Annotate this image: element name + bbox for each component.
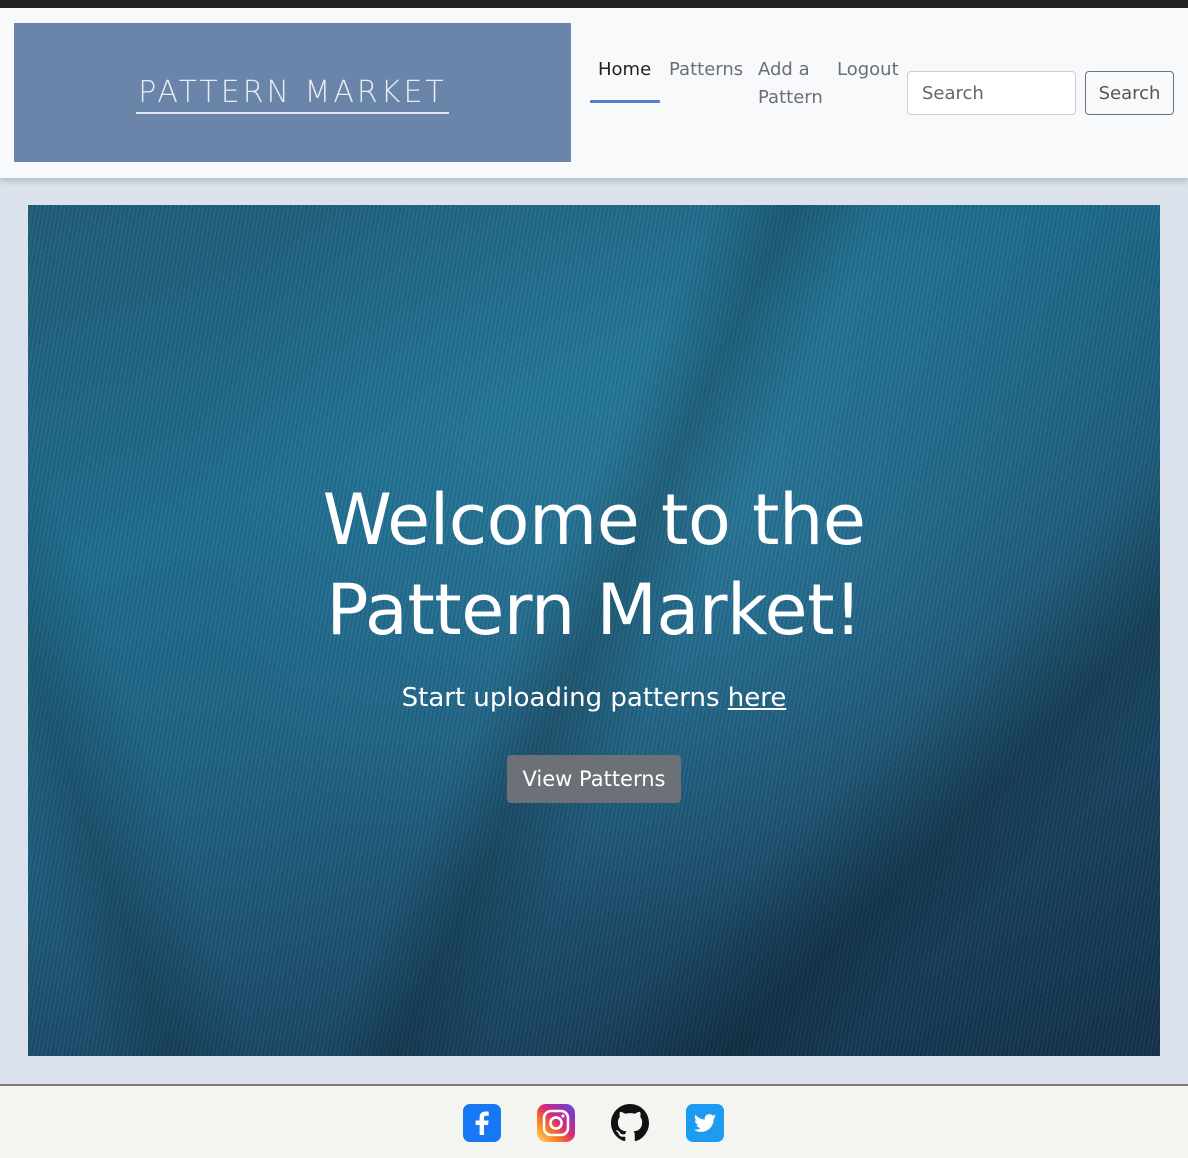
logo[interactable]: PATTERN MARKET	[14, 23, 571, 162]
facebook-icon[interactable]	[463, 1104, 501, 1142]
active-nav-indicator	[590, 100, 660, 103]
hero-subtitle: Start uploading patterns here	[28, 683, 1160, 713]
search-button[interactable]: Search	[1085, 71, 1174, 115]
search-input[interactable]	[907, 71, 1076, 115]
nav-patterns[interactable]: Patterns	[669, 56, 743, 84]
nav-logout[interactable]: Logout	[837, 56, 899, 84]
twitter-icon[interactable]	[686, 1104, 724, 1142]
browser-top-bar	[0, 0, 1188, 8]
nav-home[interactable]: Home	[598, 56, 651, 84]
upload-here-link[interactable]: here	[728, 683, 787, 713]
footer	[0, 1084, 1188, 1158]
hero-content: Welcome to the Pattern Market! Start upl…	[28, 475, 1160, 803]
hero-banner: Welcome to the Pattern Market! Start upl…	[28, 205, 1160, 1056]
instagram-icon[interactable]	[537, 1104, 575, 1142]
hero-title: Welcome to the Pattern Market!	[322, 479, 866, 651]
logo-text: PATTERN MARKET	[136, 75, 449, 114]
github-icon[interactable]	[611, 1104, 649, 1142]
nav-add-pattern[interactable]: Add a Pattern	[758, 56, 823, 112]
hero-subtitle-text: Start uploading patterns	[401, 683, 728, 713]
view-patterns-button[interactable]: View Patterns	[507, 755, 681, 803]
navbar: PATTERN MARKET Home Patterns Add a Patte…	[0, 8, 1188, 178]
